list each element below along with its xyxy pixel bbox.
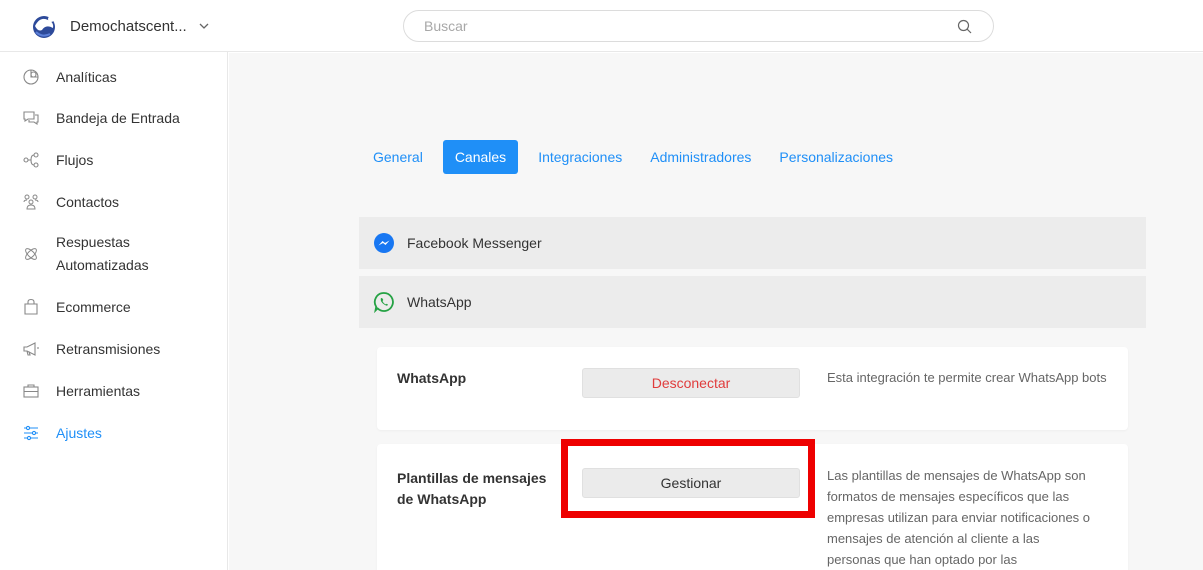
- sidebar-item-label: Herramientas: [56, 383, 141, 399]
- disconnect-button[interactable]: Desconectar: [582, 368, 800, 398]
- search-input[interactable]: [424, 11, 944, 41]
- whatsapp-templates-card: Plantillas de mensajes de WhatsApp Gesti…: [377, 444, 1128, 570]
- card-title-line2: de WhatsApp: [397, 491, 487, 507]
- sidebar-item-label: Flujos: [56, 152, 94, 168]
- whatsapp-icon: [373, 292, 394, 313]
- main-content: General Canales Integraciones Administra…: [229, 53, 1203, 570]
- channel-whatsapp[interactable]: WhatsApp: [359, 276, 1146, 328]
- channel-label: WhatsApp: [407, 294, 472, 310]
- card-description-line: personas que han optado por las: [827, 552, 1018, 567]
- sidebar-item-bandeja[interactable]: Bandeja de Entrada: [0, 107, 227, 129]
- workspace-selector[interactable]: Demochatscent...: [30, 10, 211, 42]
- chat-bubbles-icon: [23, 111, 39, 126]
- workspace-name: Demochatscent...: [70, 17, 187, 35]
- workspace-logo-icon: [33, 16, 55, 38]
- card-description-line: Las plantillas de mensajes de WhatsApp s…: [827, 468, 1086, 483]
- top-bar: Demochatscent...: [0, 0, 1203, 52]
- messenger-icon: [374, 233, 394, 253]
- sliders-icon: [24, 425, 38, 441]
- sidebar-item-label: Contactos: [56, 194, 120, 210]
- settings-tabs: General Canales Integraciones Administra…: [372, 139, 913, 175]
- chart-pie-icon: [23, 69, 39, 85]
- card-description-line: empresas utilizan para enviar notificaci…: [827, 510, 1091, 525]
- sidebar-item-ecommerce[interactable]: Ecommerce: [0, 296, 227, 318]
- card-description-line: formatos de mensajes específicos que las: [827, 489, 1070, 504]
- sidebar-item-label-line1: Respuestas: [56, 234, 130, 250]
- sidebar-item-label: Bandeja de Entrada: [56, 110, 180, 126]
- sidebar-item-label: Analíticas: [56, 69, 117, 85]
- card-description-line: mensajes de atención al cliente a las: [827, 531, 1040, 546]
- card-title: WhatsApp: [397, 370, 467, 386]
- tab-integraciones[interactable]: Integraciones: [530, 140, 630, 174]
- card-description: Las plantillas de mensajes de WhatsApp s…: [827, 465, 1127, 570]
- chevron-down-icon: [199, 23, 209, 29]
- channel-facebook-messenger[interactable]: Facebook Messenger: [359, 217, 1146, 269]
- megaphone-icon: [23, 342, 39, 356]
- card-title-line1: Plantillas de mensajes: [397, 470, 547, 486]
- sidebar-item-herramientas[interactable]: Herramientas: [0, 380, 227, 402]
- tab-general[interactable]: General: [372, 140, 431, 174]
- contacts-icon: [23, 194, 39, 210]
- search-icon[interactable]: [957, 19, 973, 35]
- card-description: Esta integración te permite crear WhatsA…: [827, 370, 1107, 385]
- sidebar-item-flujos[interactable]: Flujos: [0, 149, 227, 171]
- sidebar-item-label-line2: Automatizadas: [56, 257, 149, 273]
- sidebar: Analíticas Bandeja de Entrada Flujos Con…: [0, 52, 228, 570]
- sidebar-item-label: Ecommerce: [56, 299, 131, 315]
- atom-icon: [25, 248, 37, 260]
- tab-administradores[interactable]: Administradores: [642, 140, 759, 174]
- sidebar-item-contactos[interactable]: Contactos: [0, 191, 227, 213]
- sidebar-item-label: Retransmisiones: [56, 341, 161, 357]
- tab-personalizaciones[interactable]: Personalizaciones: [771, 140, 901, 174]
- flow-icon: [23, 152, 39, 168]
- sidebar-item-ajustes[interactable]: Ajustes: [0, 422, 227, 444]
- sidebar-item-label: Ajustes: [56, 425, 102, 441]
- sidebar-item-respuestas[interactable]: Respuestas Automatizadas: [0, 232, 227, 276]
- manage-button[interactable]: Gestionar: [582, 468, 800, 498]
- shopping-bag-icon: [24, 298, 38, 315]
- tab-canales[interactable]: Canales: [442, 140, 519, 174]
- toolbox-icon: [23, 384, 39, 398]
- whatsapp-integration-card: WhatsApp Desconectar Esta integración te…: [377, 347, 1128, 430]
- channel-label: Facebook Messenger: [407, 235, 542, 251]
- sidebar-item-retransmisiones[interactable]: Retransmisiones: [0, 338, 227, 360]
- search-box[interactable]: [403, 10, 994, 42]
- sidebar-item-analiticas[interactable]: Analíticas: [0, 66, 227, 88]
